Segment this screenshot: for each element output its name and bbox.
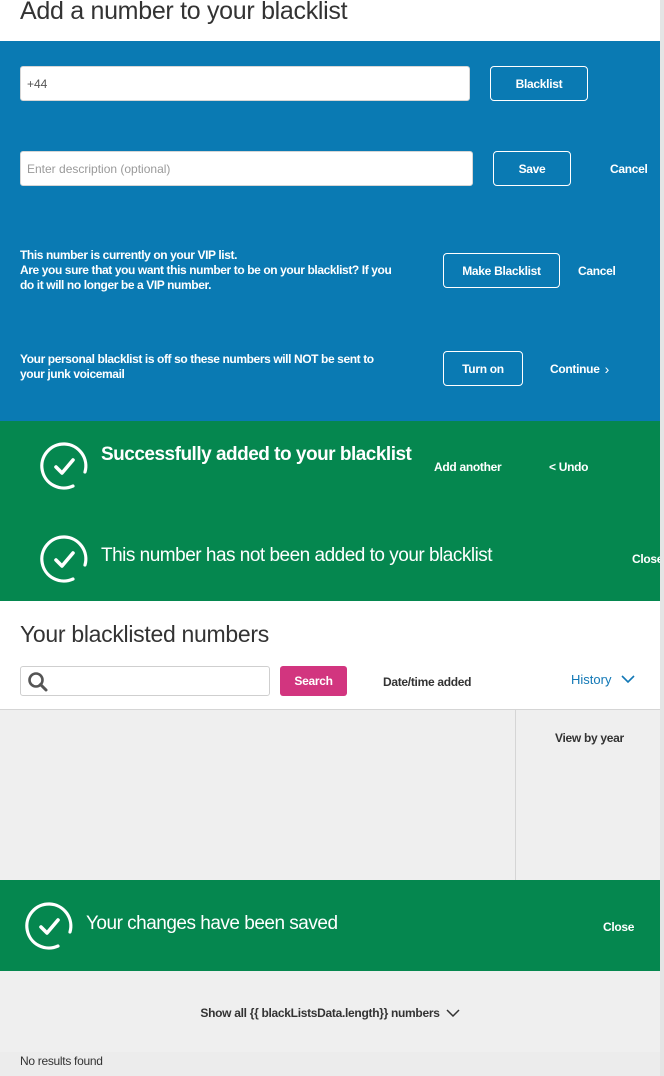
blacklist-page: Add a number to your blacklist +44 Black… — [0, 0, 663, 1076]
undo-link[interactable]: < Undo — [549, 460, 589, 474]
panel-divider — [515, 710, 516, 880]
vip-warning-line-3: do it will no longer be a VIP number. — [20, 278, 212, 292]
success-message: Successfully added to your blacklist — [101, 444, 412, 465]
blacklist-off-message: Your personal blacklist is off so these … — [20, 352, 420, 382]
description-input[interactable]: Enter description (optional) — [20, 151, 473, 186]
close-not-added-link[interactable]: Close — [632, 552, 663, 566]
vip-warning-line-1: This number is currently on your VIP lis… — [20, 248, 238, 262]
check-circle-icon — [40, 535, 88, 583]
blacklist-button[interactable]: Blacklist — [490, 66, 588, 101]
show-all-label: Show all {{ blackListsData.length}} numb… — [200, 1006, 440, 1020]
search-input[interactable] — [20, 666, 270, 696]
save-button[interactable]: Save — [493, 151, 571, 186]
view-by-year-label[interactable]: View by year — [555, 731, 624, 745]
close-saved-link[interactable]: Close — [603, 920, 634, 934]
chevron-down-icon — [446, 1008, 460, 1017]
turn-on-button[interactable]: Turn on — [443, 351, 523, 386]
check-circle-icon — [40, 442, 88, 490]
phone-number-input[interactable]: +44 — [20, 66, 470, 101]
vip-warning-message: This number is currently on your VIP lis… — [20, 248, 430, 293]
no-results-message: No results found — [20, 1054, 103, 1068]
not-added-message: This number has not been added to your b… — [101, 545, 493, 566]
blacklist-off-line-1: Your personal blacklist is off so these … — [20, 352, 374, 366]
saved-message: Your changes have been saved — [86, 913, 338, 934]
vip-warning-line-2: Are you sure that you want this number t… — [20, 263, 392, 277]
show-all-toggle[interactable]: Show all {{ blackListsData.length}} numb… — [0, 1006, 660, 1020]
continue-link[interactable]: Continue › — [550, 362, 609, 376]
sort-date-label: Date/time added — [383, 675, 472, 689]
scrollbar-track[interactable] — [660, 0, 664, 1076]
page-title: Add a number to your blacklist — [20, 0, 348, 25]
make-blacklist-button[interactable]: Make Blacklist — [443, 253, 560, 288]
add-another-link[interactable]: Add another — [434, 460, 502, 474]
history-dropdown[interactable]: History — [571, 672, 636, 687]
cancel-vip-link[interactable]: Cancel — [578, 264, 616, 278]
check-circle-icon — [25, 902, 73, 950]
blacklist-off-line-2: your junk voicemail — [20, 367, 125, 381]
magnifier-icon — [28, 672, 48, 692]
history-label: History — [571, 672, 612, 687]
continue-label: Continue — [550, 362, 600, 376]
cancel-description-link[interactable]: Cancel — [610, 162, 648, 176]
search-button[interactable]: Search — [280, 666, 347, 696]
blacklisted-section-title: Your blacklisted numbers — [20, 621, 269, 647]
chevron-down-icon — [621, 675, 636, 684]
chevron-right-icon: › — [604, 361, 610, 377]
